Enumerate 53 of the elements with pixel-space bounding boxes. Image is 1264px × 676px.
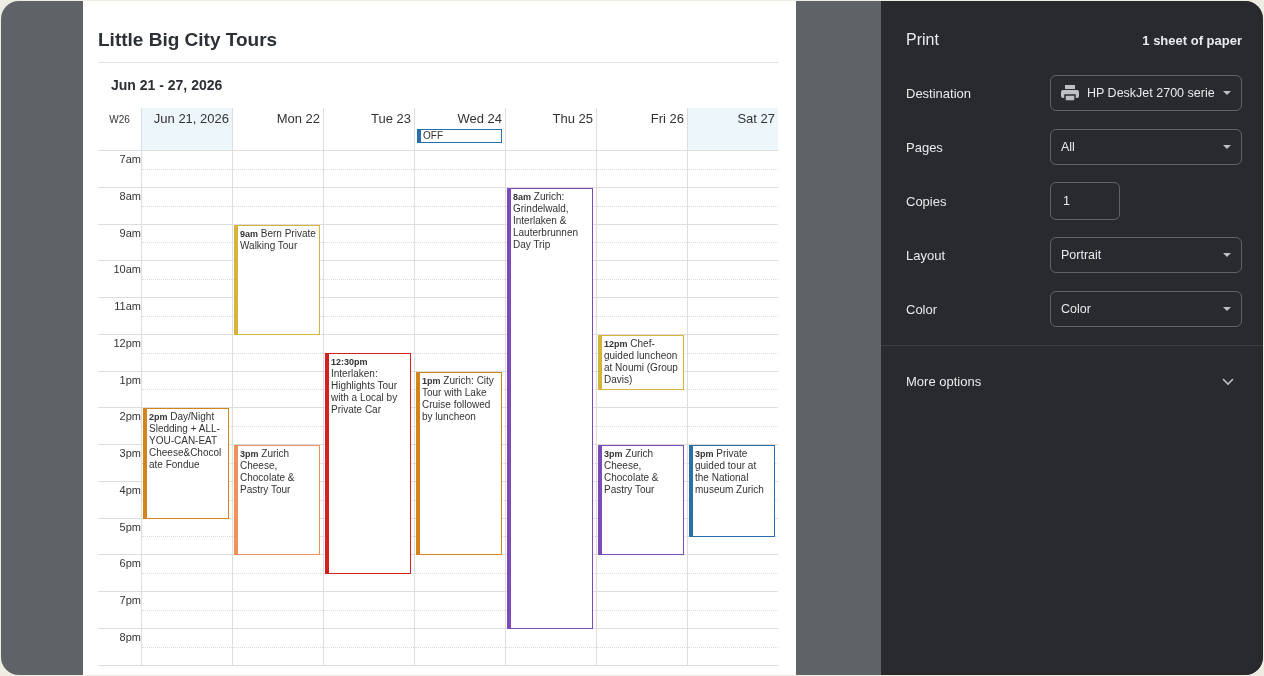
calendar-event[interactable]: 2pm Day/Night Sledding + ALL-YOU-CAN-EAT Cheese&Chocolate Fondue bbox=[143, 408, 229, 519]
setting-dropdown[interactable]: Portrait bbox=[1050, 237, 1242, 273]
day-label: Jun 21, 2026 bbox=[152, 111, 229, 126]
hour-label: 3pm bbox=[98, 445, 141, 482]
hour-label: 5pm bbox=[98, 518, 141, 556]
setting-dropdown[interactable]: Color bbox=[1050, 291, 1242, 327]
setting-label: Destination bbox=[906, 85, 973, 101]
dropdown-caret-icon bbox=[1223, 307, 1231, 311]
calendar-event[interactable]: 12:30pm Interlaken: Highlights Tour with a Local by Private Car bbox=[325, 353, 411, 574]
all-day-event[interactable]: OFF bbox=[417, 129, 502, 143]
calendar-event[interactable]: 3pm Zurich Cheese, Chocolate & Pastry Tour bbox=[598, 445, 684, 556]
calendar-title: Little Big City Tours bbox=[98, 29, 779, 63]
calendar-event[interactable]: 9am Bern Private Walking Tour bbox=[234, 224, 320, 335]
hour-label: 12pm bbox=[98, 334, 141, 372]
hour-label: 2pm bbox=[98, 408, 141, 445]
calendar-event[interactable]: 3pm Zurich Cheese, Chocolate & Pastry Tour bbox=[234, 445, 320, 556]
hour-label: 9am bbox=[98, 224, 141, 262]
calendar-event[interactable]: 3pm Private guided tour at the National museum Zurich bbox=[689, 445, 775, 537]
sheet-count: 1 sheet of paper bbox=[1142, 32, 1242, 48]
calendar-event[interactable]: 12pm Chef-guided luncheon at Noumi (Group Davis) bbox=[598, 334, 684, 390]
hour-label: 10am bbox=[98, 261, 141, 298]
setting-label: Copies bbox=[906, 193, 948, 209]
calendar-event[interactable]: 1pm Zurich: City Tour with Lake Cruise followed by luncheon bbox=[416, 371, 502, 556]
day-label: Mon 22 bbox=[275, 111, 320, 126]
dropdown-caret-icon bbox=[1223, 253, 1231, 257]
week-number: W26 bbox=[98, 108, 141, 151]
hour-label: 7am bbox=[98, 151, 141, 188]
copies-field[interactable]: 1 bbox=[1050, 182, 1120, 220]
setting-dropdown[interactable]: All bbox=[1050, 129, 1242, 165]
day-label: Sat 27 bbox=[736, 111, 775, 126]
hour-label: 6pm bbox=[98, 555, 141, 592]
day-label: Fri 26 bbox=[649, 111, 684, 126]
printer-icon bbox=[1061, 85, 1079, 101]
chevron-icon bbox=[1222, 377, 1234, 386]
hour-label: 11am bbox=[98, 298, 141, 335]
more-options-toggle[interactable]: More options bbox=[881, 346, 1263, 389]
hour-label: 1pm bbox=[98, 371, 141, 409]
hour-label: 8am bbox=[98, 187, 141, 225]
hour-label: 8pm bbox=[98, 628, 141, 666]
setting-label: Pages bbox=[906, 139, 944, 155]
dropdown-caret-icon bbox=[1223, 91, 1231, 95]
hour-label: 7pm bbox=[98, 592, 141, 629]
day-label: Thu 25 bbox=[551, 111, 593, 126]
dropdown-caret-icon bbox=[1223, 145, 1231, 149]
setting-label: Layout bbox=[906, 247, 947, 263]
date-range: Jun 21 - 27, 2026 bbox=[111, 77, 224, 95]
day-label: Wed 24 bbox=[456, 111, 502, 126]
setting-dropdown[interactable]: HP DeskJet 2700 serie bbox=[1050, 75, 1242, 111]
setting-label: Color bbox=[906, 301, 939, 317]
calendar-event[interactable]: 8am Zurich: Grindelwald, Interlaken & Lauterbrunnen Day Trip bbox=[507, 187, 593, 629]
print-title: Print bbox=[906, 31, 939, 49]
hour-label: 4pm bbox=[98, 481, 141, 519]
day-label: Tue 23 bbox=[370, 111, 411, 126]
